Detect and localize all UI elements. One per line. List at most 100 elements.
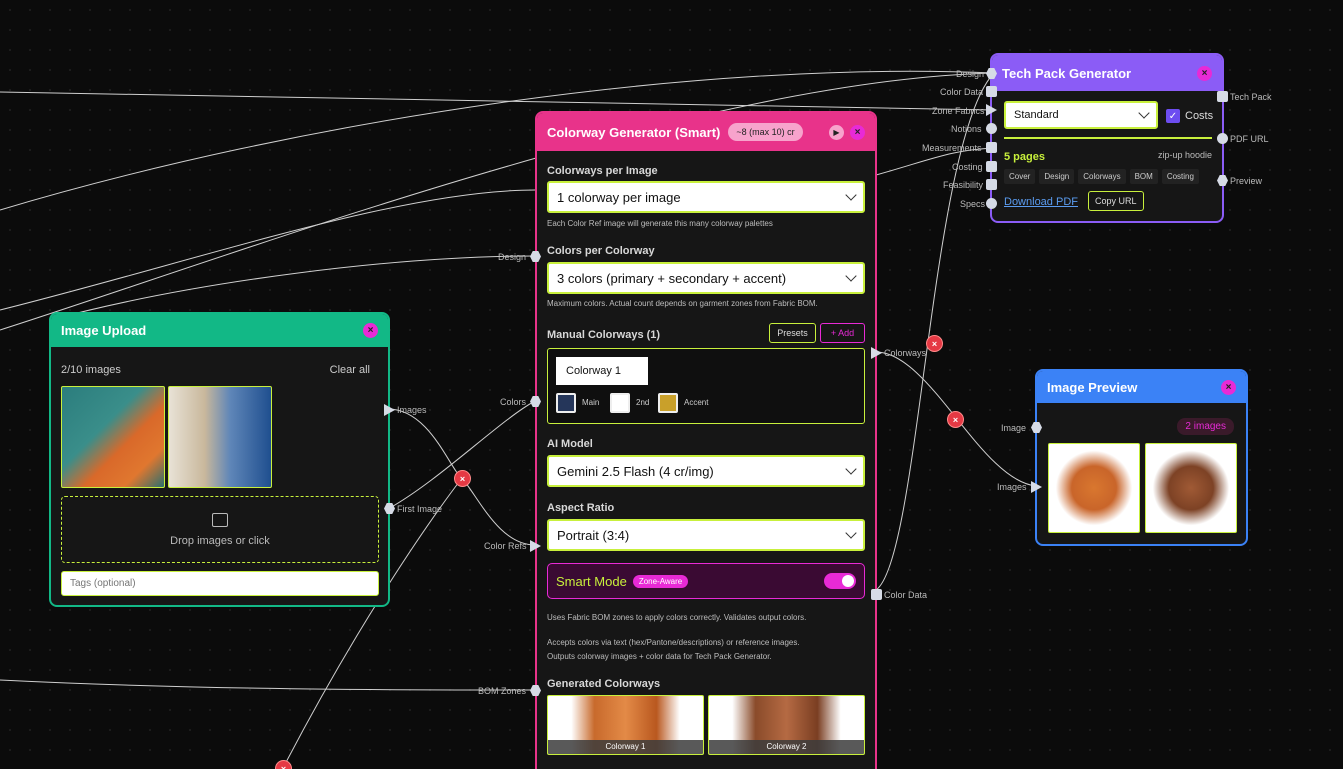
thumb-caption: Colorway 1 <box>548 740 703 754</box>
preview-image-thumb[interactable] <box>1048 443 1140 533</box>
color-refs-port[interactable] <box>530 540 541 552</box>
drop-label: Drop images or click <box>170 534 270 547</box>
port-label: Design <box>498 252 527 262</box>
remove-connection-icon[interactable]: × <box>454 470 471 487</box>
specs-in-port[interactable] <box>986 198 997 209</box>
close-icon[interactable]: × <box>1197 65 1212 81</box>
product-name: zip-up hoodie <box>1157 150 1212 160</box>
image-upload-node[interactable]: Image Upload × 2/10 images Clear all Dro… <box>49 312 390 607</box>
node-header[interactable]: Image Upload × <box>51 314 388 347</box>
tab-colorways[interactable]: Colorways <box>1078 169 1126 184</box>
port-label: Feasibility <box>943 180 984 190</box>
generated-colorway-thumb[interactable]: Colorway 1 <box>547 695 704 755</box>
port-label: Zone Fabrics <box>932 106 985 116</box>
close-icon[interactable]: × <box>850 124 865 140</box>
node-title: Image Preview <box>1047 379 1138 395</box>
port-label: Images <box>997 482 1027 492</box>
image-preview-node[interactable]: Image Preview × 2 images <box>1035 369 1248 546</box>
secondary-swatch[interactable] <box>610 393 630 413</box>
colorway-name-input[interactable]: Colorway 1 <box>556 357 648 385</box>
outputs-hint: Outputs colorway images + color data for… <box>547 652 772 661</box>
template-select[interactable]: Standard <box>1004 101 1158 129</box>
tech-pack-out-port[interactable] <box>1217 91 1228 102</box>
ai-model-select[interactable]: Gemini 2.5 Flash (4 cr/img) <box>547 455 865 487</box>
image-icon <box>212 512 228 527</box>
colorways-out-port[interactable] <box>871 347 882 359</box>
presets-button[interactable]: Presets <box>769 323 816 343</box>
copy-url-button[interactable]: Copy URL <box>1088 191 1144 211</box>
feasibility-in-port[interactable] <box>986 179 997 190</box>
smart-mode-label: Smart Mode <box>556 573 627 589</box>
images-out-port[interactable] <box>384 404 395 416</box>
download-pdf-link[interactable]: Download PDF <box>1004 196 1078 208</box>
close-icon[interactable]: × <box>363 323 378 338</box>
toggle-knob <box>842 575 854 587</box>
notions-in-port[interactable] <box>986 123 997 134</box>
node-title: Image Upload <box>61 323 147 338</box>
select-value: Gemini 2.5 Flash (4 cr/img) <box>557 463 714 479</box>
tags-input[interactable] <box>61 571 379 596</box>
measurements-in-port[interactable] <box>986 142 997 153</box>
drop-zone[interactable]: Drop images or click <box>61 496 379 563</box>
node-title: Tech Pack Generator <box>1002 65 1132 81</box>
node-header[interactable]: Colorway Generator (Smart) ~8 (max 10) c… <box>537 113 875 151</box>
color-data-in-port[interactable] <box>986 86 997 97</box>
tab-cover[interactable]: Cover <box>1004 169 1036 184</box>
accent-swatch[interactable] <box>658 393 678 413</box>
page-tabs: Cover Design Colorways BOM Costing <box>1004 169 1199 184</box>
port-label: Design <box>956 69 985 79</box>
pdf-url-out-port[interactable] <box>1217 133 1228 144</box>
tab-design[interactable]: Design <box>1039 169 1075 184</box>
run-icon[interactable]: ▶ <box>829 124 844 140</box>
tab-costing[interactable]: Costing <box>1161 169 1199 184</box>
aspect-ratio-label: Aspect Ratio <box>547 502 615 514</box>
close-icon[interactable]: × <box>1221 379 1236 395</box>
colors-per-colorway-label: Colors per Colorway <box>547 245 655 257</box>
tech-pack-node[interactable]: Tech Pack Generator × Standard ✓ Costs 5… <box>990 53 1224 223</box>
ai-model-label: AI Model <box>547 438 593 450</box>
add-colorway-button[interactable]: + Add <box>820 323 865 343</box>
colors-hint: Maximum colors. Actual count depends on … <box>547 299 818 308</box>
thumb-caption: Colorway 2 <box>709 740 864 754</box>
color-data-out-port[interactable] <box>871 589 882 600</box>
aspect-ratio-select[interactable]: Portrait (3:4) <box>547 519 865 551</box>
colorways-per-image-label: Colorways per Image <box>547 165 658 177</box>
port-label: BOM Zones <box>478 686 527 696</box>
port-label: Measurements <box>922 143 982 153</box>
zone-aware-badge: Zone-Aware <box>632 574 689 588</box>
zone-fabrics-in-port[interactable] <box>986 104 997 116</box>
colorway-generator-node[interactable]: Colorway Generator (Smart) ~8 (max 10) c… <box>535 111 877 769</box>
generated-colorway-thumb[interactable]: Colorway 2 <box>708 695 865 755</box>
node-header[interactable]: Image Preview × <box>1037 371 1246 403</box>
port-label: Notions <box>951 124 982 134</box>
colorways-per-image-select[interactable]: 1 colorway per image <box>547 181 865 213</box>
port-label: Color Data <box>884 590 928 600</box>
smart-mode-panel: Smart Mode Zone-Aware <box>547 563 865 599</box>
port-label: Color Data <box>940 87 984 97</box>
tab-bom[interactable]: BOM <box>1129 169 1158 184</box>
costs-checkbox[interactable]: ✓ <box>1166 109 1180 123</box>
remove-connection-icon[interactable]: × <box>926 335 943 352</box>
cost-badge: ~8 (max 10) cr <box>728 123 803 141</box>
chevron-down-icon <box>1138 107 1150 119</box>
port-label: First Image <box>397 504 443 514</box>
chevron-down-icon <box>845 527 857 539</box>
uploaded-image-thumb[interactable] <box>61 386 165 488</box>
images-in-port[interactable] <box>1031 481 1042 493</box>
remove-connection-icon[interactable]: × <box>275 760 292 769</box>
main-swatch[interactable] <box>556 393 576 413</box>
colors-per-colorway-select[interactable]: 3 colors (primary + secondary + accent) <box>547 262 865 294</box>
chevron-down-icon <box>845 270 857 282</box>
swatch-label: 2nd <box>636 398 650 407</box>
select-value: Standard <box>1014 109 1059 121</box>
uploaded-image-thumb[interactable] <box>168 386 272 488</box>
port-label: Preview <box>1230 176 1263 186</box>
smart-mode-toggle[interactable] <box>824 573 856 589</box>
smart-mode-hint: Uses Fabric BOM zones to apply colors co… <box>547 613 807 622</box>
node-header[interactable]: Tech Pack Generator × <box>992 55 1222 91</box>
port-label: Specs <box>960 199 986 209</box>
costing-in-port[interactable] <box>986 161 997 172</box>
clear-all-button[interactable]: Clear all <box>330 364 370 376</box>
remove-connection-icon[interactable]: × <box>947 411 964 428</box>
preview-image-thumb[interactable] <box>1145 443 1237 533</box>
